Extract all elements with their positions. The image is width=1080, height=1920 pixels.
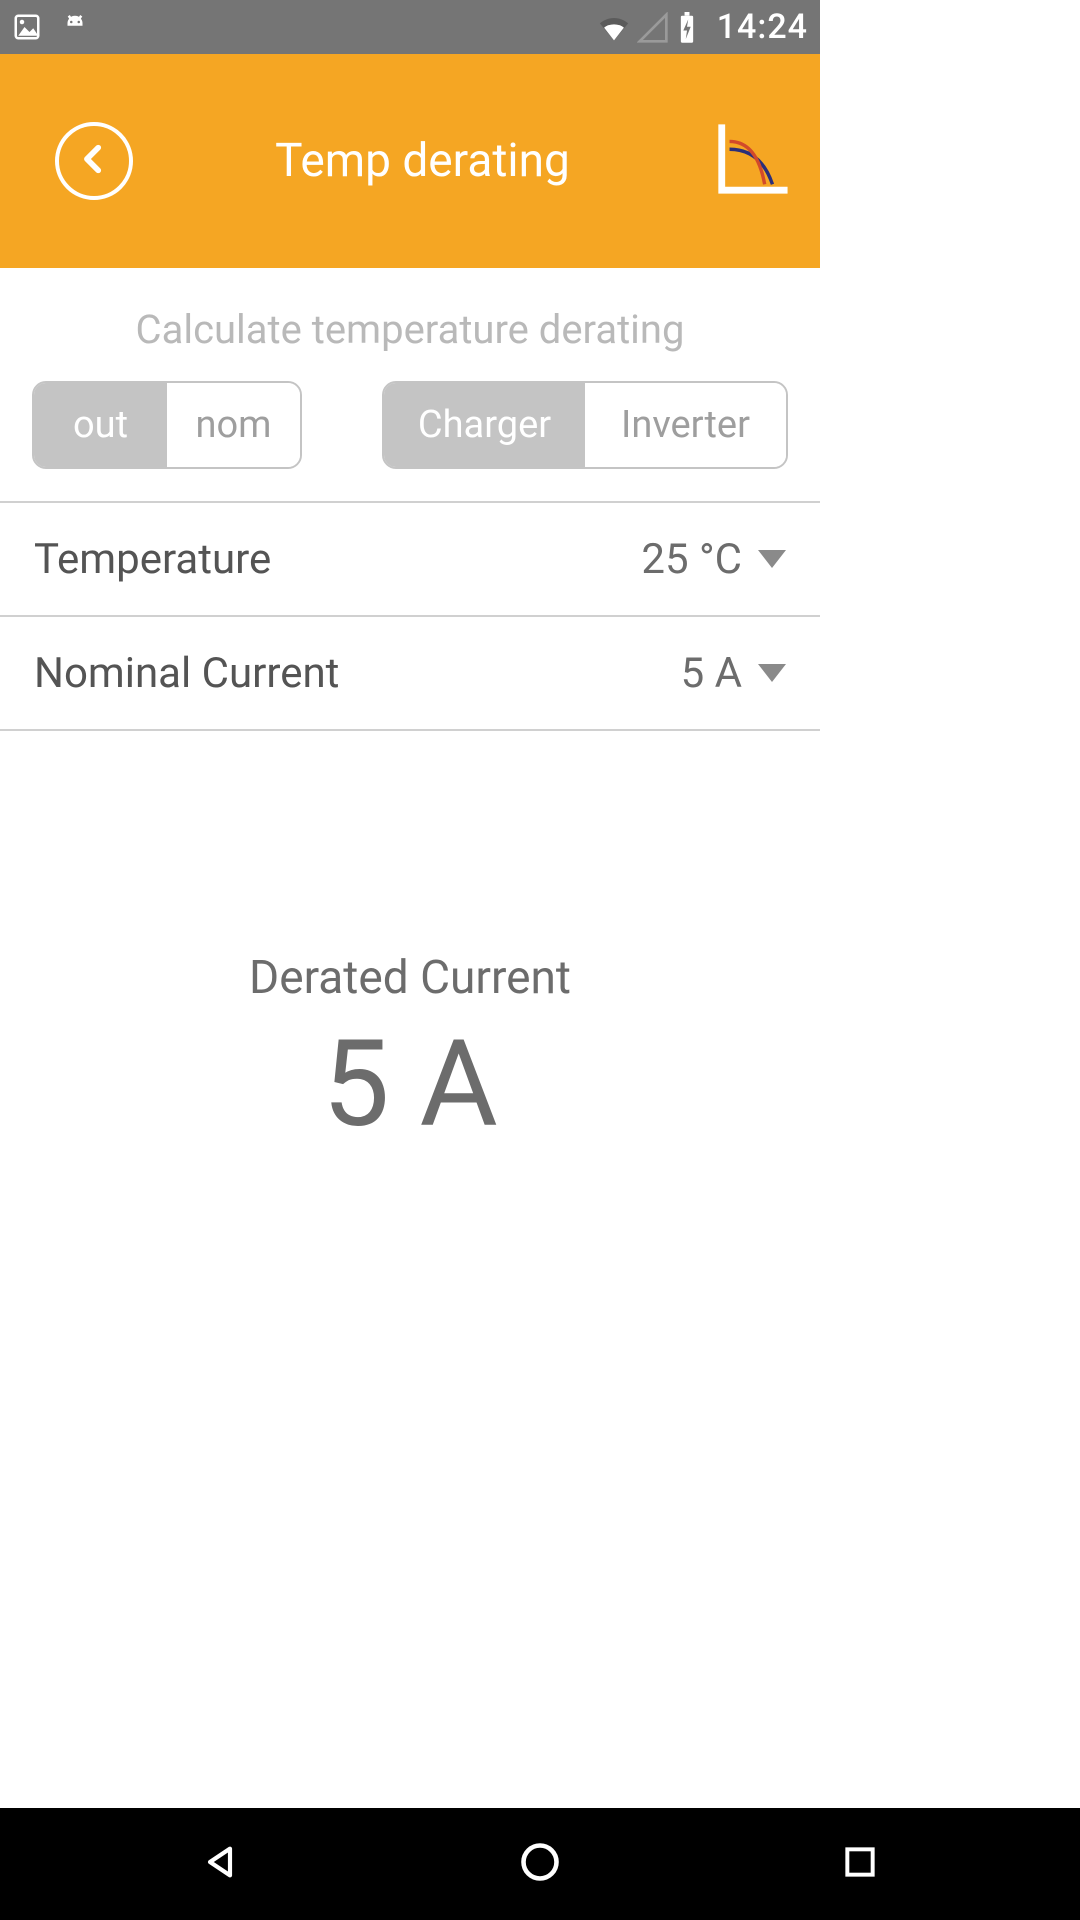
- derating-curve-icon: [712, 120, 790, 202]
- temperature-row[interactable]: Temperature 25 °C: [0, 503, 820, 615]
- battery-charging-icon: [677, 12, 707, 42]
- page-title: Temp derating: [275, 134, 570, 188]
- nominal-current-value: 5 A: [681, 649, 742, 698]
- segment-charger[interactable]: Charger: [384, 383, 585, 467]
- circle-home-icon: [518, 1840, 562, 1888]
- segment-group-mode: out nom: [32, 381, 302, 469]
- cell-signal-icon: [637, 12, 667, 42]
- segment-group-device: Charger Inverter: [382, 381, 788, 469]
- temperature-value: 25 °C: [641, 535, 742, 584]
- segment-out[interactable]: out: [34, 383, 167, 467]
- nominal-current-label: Nominal Current: [34, 649, 339, 698]
- temperature-value-wrap: 25 °C: [641, 535, 786, 584]
- nominal-current-value-wrap: 5 A: [681, 649, 786, 698]
- wifi-icon: [597, 12, 627, 42]
- nominal-current-row[interactable]: Nominal Current 5 A: [0, 617, 820, 729]
- segment-nom[interactable]: nom: [167, 383, 300, 467]
- nav-back-button[interactable]: [195, 1839, 245, 1889]
- android-nav-bar: [0, 1808, 1080, 1920]
- chevron-down-icon: [758, 550, 786, 568]
- triangle-back-icon: [200, 1842, 240, 1886]
- square-recent-icon: [841, 1843, 879, 1885]
- status-right-icons: 14:24: [597, 7, 808, 47]
- android-head-icon: [60, 12, 90, 42]
- chevron-left-icon: [77, 142, 111, 180]
- nav-recent-button[interactable]: [835, 1839, 885, 1889]
- nav-home-button[interactable]: [515, 1839, 565, 1889]
- app-header: Temp derating: [0, 54, 820, 268]
- result-section: Derated Current 5 A: [0, 951, 820, 1155]
- status-left-icons: [12, 12, 90, 42]
- chevron-down-icon: [758, 664, 786, 682]
- back-button[interactable]: [55, 122, 133, 200]
- result-value: 5 A: [0, 1015, 820, 1155]
- temperature-label: Temperature: [34, 535, 271, 584]
- picture-icon: [12, 12, 42, 42]
- segments-row: out nom Charger Inverter: [0, 381, 820, 469]
- divider: [0, 729, 820, 731]
- segment-inverter[interactable]: Inverter: [585, 383, 786, 467]
- chart-button[interactable]: [712, 122, 790, 200]
- status-time: 14:24: [717, 7, 808, 47]
- result-label: Derated Current: [0, 951, 820, 1005]
- subtitle: Calculate temperature derating: [0, 268, 820, 381]
- android-status-bar: 14:24: [0, 0, 820, 54]
